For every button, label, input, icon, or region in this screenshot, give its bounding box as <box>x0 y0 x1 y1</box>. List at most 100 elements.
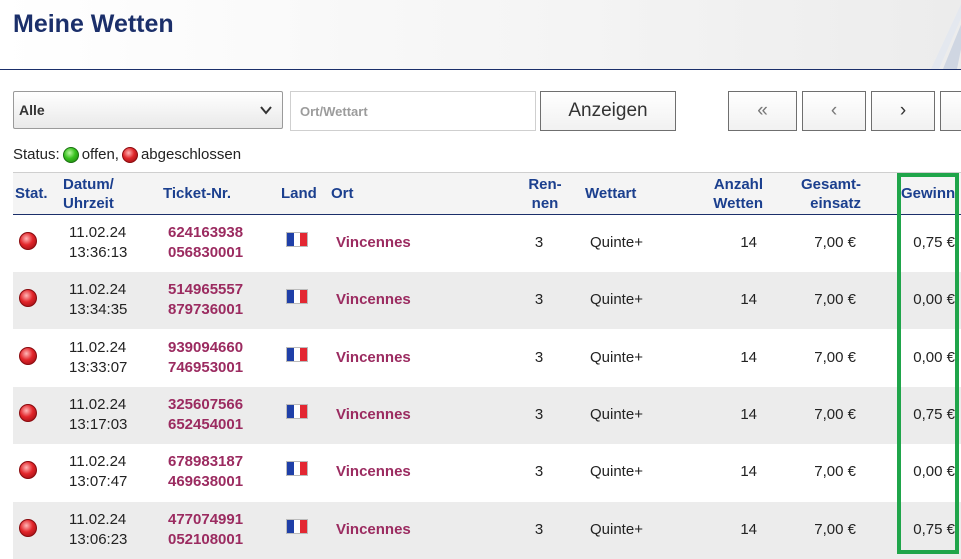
bet-count: 14 <box>740 291 757 309</box>
race-location[interactable]: Vincennes <box>336 520 411 540</box>
col-ticket[interactable]: Ticket-Nr. <box>163 184 231 203</box>
bet-time: 13:33:07 <box>69 358 128 376</box>
page-title: Meine Wetten <box>13 10 174 38</box>
table-header: Stat. Datum/ Uhrzeit Ticket-Nr. Land Ort… <box>13 172 961 216</box>
race-number: 3 <box>534 234 544 251</box>
col-datum[interactable]: Datum/ Uhrzeit <box>63 175 114 213</box>
bet-date: 11.02.24 <box>69 510 127 528</box>
table-row[interactable]: 11.02.24 13:07:47 678983187 469638001 Vincen… <box>13 444 961 502</box>
bet-date: 11.02.24 <box>69 224 127 241</box>
status-closed-icon <box>19 461 37 480</box>
race-location[interactable]: Vincennes <box>336 290 411 310</box>
pager-last-button[interactable] <box>940 91 961 131</box>
col-rennen-line2: nen <box>531 195 559 212</box>
col-anzahl-line2: Wetten <box>713 195 763 212</box>
bet-count: 14 <box>740 234 757 251</box>
status-open-label: offen, <box>81 146 119 163</box>
bet-datetime: 11.02.24 13:34:35 <box>69 280 127 320</box>
header-decoration <box>931 4 961 69</box>
col-stat[interactable]: Stat. <box>15 184 48 203</box>
race-location[interactable]: Vincennes <box>336 233 411 253</box>
total-stake: 7,00 € <box>814 463 856 481</box>
col-land[interactable]: Land <box>281 184 317 203</box>
pager-prev-button[interactable]: ‹ <box>802 91 866 131</box>
col-einsatz-line1: Gesamt- <box>800 176 861 193</box>
flag-france-icon <box>286 403 308 419</box>
col-einsatz-line2: einsatz <box>810 195 861 212</box>
col-rennen[interactable]: Ren- nen <box>524 175 566 213</box>
pager-first-button[interactable]: « <box>728 91 797 131</box>
bet-datetime: 11.02.24 13:33:07 <box>69 338 127 378</box>
ticket-number-line1: 678983187 <box>168 453 244 471</box>
search-input[interactable] <box>290 91 536 131</box>
bet-time: 13:07:47 <box>69 473 128 491</box>
bet-type: Quinte+ <box>590 348 643 366</box>
bet-type: Quinte+ <box>590 520 643 538</box>
bet-time: 13:06:23 <box>69 530 128 548</box>
status-closed-label: abgeschlossen <box>140 146 242 163</box>
total-stake: 7,00 € <box>814 520 856 538</box>
bet-time: 13:36:13 <box>69 244 128 261</box>
win-amount: 0,00 € <box>913 348 955 366</box>
total-stake: 7,00 € <box>814 291 856 309</box>
table-row[interactable]: 11.02.24 13:17:03 325607566 652454001 Vincen… <box>13 386 961 444</box>
ticket-number[interactable]: 678983187 469638001 <box>168 452 243 492</box>
status-legend: Status: offen, abgeschlossen <box>13 146 241 163</box>
filter-select-value: Alle <box>19 102 45 118</box>
ticket-number-line2: 056830001 <box>168 244 244 261</box>
ticket-number-line1: 939094660 <box>168 338 244 356</box>
bet-count: 14 <box>740 348 757 366</box>
col-gewinn[interactable]: Gewinn <box>901 184 955 203</box>
status-closed-icon <box>19 403 37 422</box>
bet-datetime: 11.02.24 13:06:23 <box>69 510 127 550</box>
ticket-number[interactable]: 514965557 879736001 <box>168 280 243 320</box>
table-row[interactable]: 11.02.24 13:34:35 514965557 879736001 Vincen… <box>13 272 961 330</box>
ticket-number-line1: 624163938 <box>168 224 244 241</box>
col-rennen-line1: Ren- <box>528 176 562 193</box>
ticket-number[interactable]: 477074991 052108001 <box>168 510 243 550</box>
ticket-number-line2: 746953001 <box>168 358 244 376</box>
status-closed-icon <box>19 232 37 250</box>
status-closed-icon <box>121 146 138 163</box>
bet-date: 11.02.24 <box>69 281 127 299</box>
ticket-number[interactable]: 624163938 056830001 <box>168 223 243 263</box>
col-ort[interactable]: Ort <box>331 184 354 203</box>
col-datum-line2: Uhrzeit <box>63 195 114 212</box>
bet-type: Quinte+ <box>590 291 643 309</box>
table-row[interactable]: 11.02.24 13:36:13 624163938 056830001 Vincen… <box>13 215 961 272</box>
total-stake: 7,00 € <box>814 348 856 366</box>
bet-time: 13:34:35 <box>69 301 128 319</box>
bet-type: Quinte+ <box>590 405 643 423</box>
ticket-number[interactable]: 325607566 652454001 <box>168 395 243 435</box>
ticket-number-line1: 514965557 <box>168 281 244 299</box>
ticket-number-line2: 052108001 <box>168 530 244 548</box>
race-location[interactable]: Vincennes <box>336 462 411 482</box>
bet-count: 14 <box>740 405 757 423</box>
bet-datetime: 11.02.24 13:36:13 <box>69 223 127 263</box>
flag-france-icon <box>286 461 308 477</box>
bet-type: Quinte+ <box>590 234 643 251</box>
col-wettart[interactable]: Wettart <box>585 184 636 203</box>
table-row[interactable]: 11.02.24 13:06:23 477074991 052108001 Vincen… <box>13 501 961 559</box>
race-number: 3 <box>534 348 544 366</box>
race-location[interactable]: Vincennes <box>336 405 411 425</box>
col-anzahl[interactable]: Anzahl Wetten <box>699 175 763 213</box>
filter-select[interactable]: Alle <box>13 91 283 129</box>
ticket-number[interactable]: 939094660 746953001 <box>168 338 243 378</box>
race-location[interactable]: Vincennes <box>336 348 411 368</box>
col-einsatz[interactable]: Gesamt- einsatz <box>791 175 861 213</box>
status-open-icon <box>62 146 79 163</box>
win-amount: 0,75 € <box>913 234 955 251</box>
status-closed-icon <box>19 346 37 365</box>
bet-datetime: 11.02.24 13:17:03 <box>69 395 127 435</box>
table-row[interactable]: 11.02.24 13:33:07 939094660 746953001 Vincen… <box>13 329 961 387</box>
pager-next-button[interactable]: › <box>871 91 935 131</box>
col-anzahl-line1: Anzahl <box>713 176 763 193</box>
ticket-number-line2: 469638001 <box>168 473 244 491</box>
ticket-number-line2: 879736001 <box>168 301 244 319</box>
flag-france-icon <box>286 232 308 247</box>
show-button[interactable]: Anzeigen <box>540 91 676 131</box>
bet-date: 11.02.24 <box>69 395 127 413</box>
total-stake: 7,00 € <box>814 405 856 423</box>
win-amount: 0,00 € <box>913 291 955 309</box>
